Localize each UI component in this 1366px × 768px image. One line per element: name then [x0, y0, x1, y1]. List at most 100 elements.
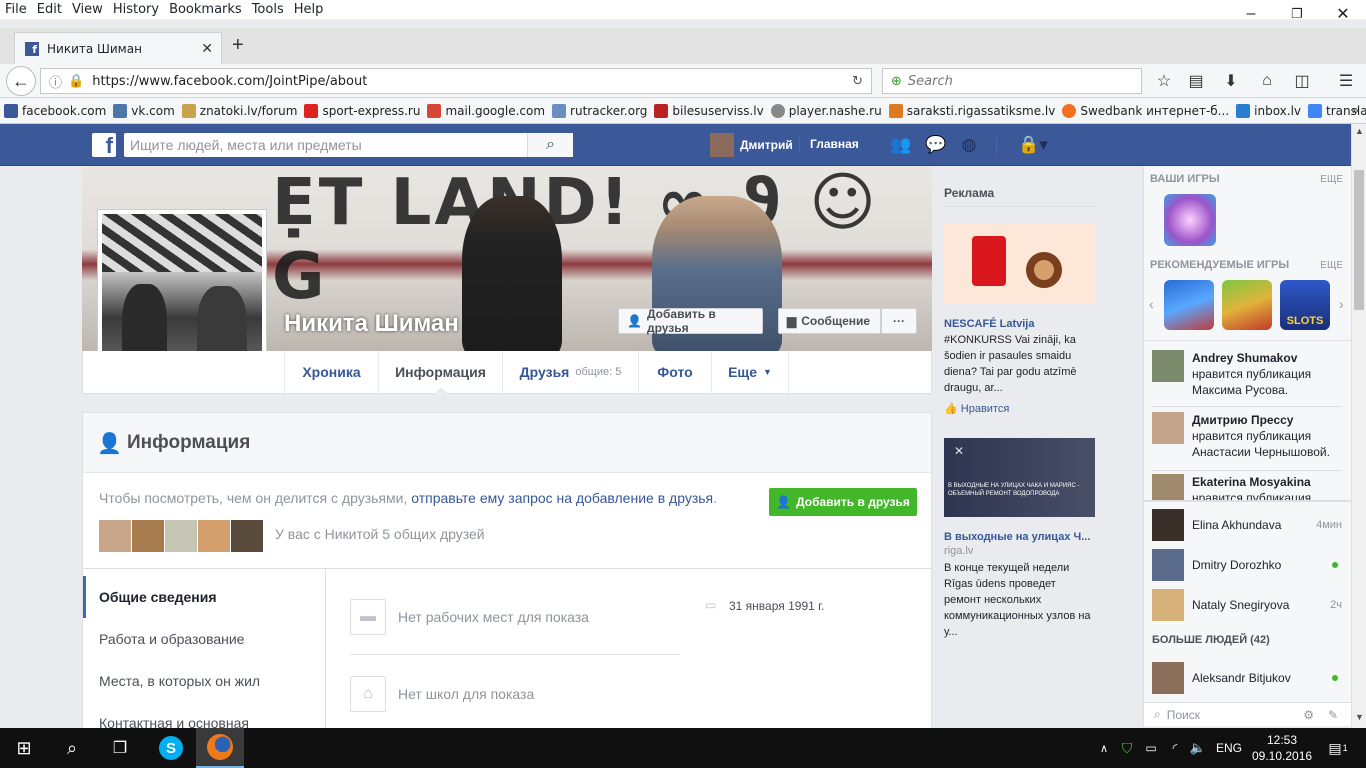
- scroll-thumb[interactable]: [1354, 170, 1364, 310]
- menu-view[interactable]: View: [67, 2, 108, 17]
- send-request-link[interactable]: отправьте ему запрос на добавление в дру…: [411, 490, 713, 506]
- menu-bookmarks[interactable]: Bookmarks: [164, 2, 247, 17]
- security-shield-icon[interactable]: ⛉: [1117, 728, 1137, 768]
- ad2-title[interactable]: В выходные на улицах Ч...: [944, 531, 1090, 543]
- tray-chevron-up-icon[interactable]: ∧: [1094, 728, 1114, 768]
- search-icon[interactable]: ⌕: [527, 133, 573, 157]
- url-bar[interactable]: ⓘ 🔒 https://www.facebook.com/JointPipe/a…: [40, 68, 872, 94]
- bookmark-item[interactable]: facebook.com: [4, 103, 106, 118]
- mutual-friend-avatar[interactable]: [132, 520, 164, 552]
- reload-icon[interactable]: ↻: [852, 74, 863, 89]
- mutual-friend-avatar[interactable]: [165, 520, 197, 552]
- bookmark-item[interactable]: saraksti.rigassatiksme.lv: [888, 103, 1055, 118]
- add-friend-button[interactable]: 👤 Добавить в друзья: [618, 307, 763, 335]
- menu-file[interactable]: File: [0, 2, 32, 17]
- menu-tools[interactable]: Tools: [247, 2, 289, 17]
- message-button[interactable]: ▆ Сообщение: [778, 308, 881, 334]
- messages-icon[interactable]: 💬: [925, 135, 947, 155]
- bookmark-item[interactable]: vk.com: [113, 103, 175, 118]
- back-button[interactable]: ←: [6, 66, 36, 96]
- ticker-item[interactable]: Ekaterina Mosyakina нравится публикация: [1152, 474, 1348, 500]
- bookmark-item[interactable]: rutracker.org: [552, 103, 647, 118]
- fb-search-input[interactable]: Ищите людей, места или предметы ⌕: [124, 133, 573, 157]
- language-indicator[interactable]: ENG: [1212, 728, 1246, 768]
- scroll-up-icon[interactable]: ▲: [1355, 126, 1364, 136]
- menu-help[interactable]: Help: [289, 2, 329, 17]
- volume-icon[interactable]: 🔈: [1187, 728, 1209, 768]
- tab-friends[interactable]: Друзья общие: 5: [502, 351, 638, 393]
- new-tab-button[interactable]: +: [232, 34, 244, 57]
- reading-list-icon[interactable]: ▤: [1184, 70, 1208, 92]
- bookmark-item[interactable]: Swedbank интернет-б...: [1062, 103, 1229, 118]
- account-menu-icon[interactable]: 🔒▾: [1010, 135, 1056, 155]
- ticker-item[interactable]: Дмитрию Прессу нравится публикация Анаста…: [1152, 412, 1348, 474]
- facebook-logo-icon[interactable]: f: [92, 133, 116, 157]
- mutual-friend-avatar[interactable]: [231, 520, 263, 552]
- maximize-button[interactable]: ❐: [1274, 0, 1320, 28]
- more-options-button[interactable]: ···: [881, 308, 917, 334]
- compose-icon[interactable]: ✎: [1328, 708, 1338, 722]
- ad1-title[interactable]: NESCAFÉ Latvija: [944, 318, 1034, 330]
- tab-photos[interactable]: Фото: [638, 351, 711, 393]
- fb-user-link[interactable]: Дмитрий: [710, 133, 793, 157]
- chat-contact[interactable]: Nataly Snegiryova 2ч: [1152, 587, 1348, 623]
- gear-icon[interactable]: ⚙: [1303, 708, 1314, 722]
- tab-profile[interactable]: f Никита Шиман ✕: [14, 32, 222, 64]
- minimize-button[interactable]: –: [1228, 0, 1274, 28]
- bookmark-item[interactable]: bilesuserviss.lv: [654, 103, 764, 118]
- menu-history[interactable]: History: [108, 2, 164, 17]
- clock[interactable]: 12:53 09.10.2016: [1252, 732, 1312, 764]
- bookmark-item[interactable]: znatoki.lv/forum: [181, 103, 297, 118]
- add-friend-green-button[interactable]: 👤 Добавить в друзья: [769, 488, 917, 516]
- menu-edit[interactable]: Edit: [32, 2, 67, 17]
- search-box[interactable]: ⊕ Search: [882, 68, 1142, 94]
- fb-home-link[interactable]: Главная: [810, 137, 859, 151]
- home-icon[interactable]: ⌂: [1255, 70, 1279, 92]
- section-overview[interactable]: Общие сведения: [83, 576, 324, 618]
- bookmark-item[interactable]: player.nashe.ru: [770, 103, 882, 118]
- download-icon[interactable]: ⬇: [1219, 70, 1243, 92]
- info-icon[interactable]: ⓘ: [49, 72, 62, 91]
- chat-contact[interactable]: Dmitry Dorozhko: [1152, 547, 1348, 583]
- section-places[interactable]: Места, в которых он жил: [83, 660, 324, 702]
- scroll-down-icon[interactable]: ▼: [1355, 712, 1364, 722]
- battery-icon[interactable]: ▭: [1140, 728, 1162, 768]
- chevron-right-icon[interactable]: ›: [1339, 296, 1344, 312]
- game-tile[interactable]: [1222, 280, 1272, 330]
- bookmark-item[interactable]: inbox.lv: [1236, 103, 1301, 118]
- ticker-item[interactable]: Andrey Shumakov нравится публикация Макси…: [1152, 350, 1348, 412]
- windows-start-icon[interactable]: ⊞: [0, 728, 48, 768]
- chat-contact[interactable]: Elina Akhundava 4мин: [1152, 507, 1348, 543]
- riga-ad-image[interactable]: ✕ В ВЫХОДНЫЕ НА УЛИЦАХ ЧАКА И МАРИЯС - О…: [944, 438, 1095, 517]
- chevron-left-icon[interactable]: ‹: [1149, 296, 1154, 312]
- task-view-icon[interactable]: ❐: [96, 728, 144, 768]
- tab-more[interactable]: Еще ▼: [711, 351, 789, 393]
- nescafe-ad-image[interactable]: [944, 224, 1095, 303]
- chat-search-bar[interactable]: ⌕ Поиск ⚙ ✎: [1144, 702, 1352, 726]
- tab-timeline[interactable]: Хроника: [284, 351, 378, 393]
- pocket-icon[interactable]: ◫: [1290, 70, 1314, 92]
- skype-icon[interactable]: S: [148, 728, 194, 768]
- friend-requests-icon[interactable]: 👥: [890, 135, 912, 155]
- recommended-more-link[interactable]: ЕЩЕ: [1320, 260, 1343, 271]
- wifi-icon[interactable]: ◜: [1164, 728, 1186, 768]
- game-tile-slots[interactable]: SLOTS: [1280, 280, 1330, 330]
- firefox-icon[interactable]: [196, 728, 244, 768]
- action-center-icon[interactable]: ▤ 1: [1320, 728, 1356, 768]
- close-window-button[interactable]: ✕: [1320, 0, 1366, 28]
- chat-contact[interactable]: Aleksandr Bitjukov: [1152, 660, 1348, 696]
- tab-close-icon[interactable]: ✕: [201, 41, 213, 57]
- mutual-friend-avatar[interactable]: [99, 520, 131, 552]
- search-icon[interactable]: ⌕: [48, 728, 96, 768]
- your-games-more-link[interactable]: ЕЩЕ: [1320, 174, 1343, 185]
- hamburger-menu-icon[interactable]: ☰: [1334, 70, 1358, 92]
- game-tile[interactable]: [1164, 280, 1214, 330]
- bookmarks-overflow-icon[interactable]: »: [1352, 103, 1359, 117]
- mutual-friend-avatar[interactable]: [198, 520, 230, 552]
- ad1-like[interactable]: 👍 Нравится: [944, 402, 1009, 415]
- section-work-education[interactable]: Работа и образование: [83, 618, 324, 660]
- bookmark-item[interactable]: mail.google.com: [427, 103, 545, 118]
- bookmark-star-icon[interactable]: ☆: [1152, 70, 1176, 92]
- page-scrollbar[interactable]: ▲ ▼: [1351, 124, 1366, 728]
- notifications-globe-icon[interactable]: ◍: [958, 135, 980, 155]
